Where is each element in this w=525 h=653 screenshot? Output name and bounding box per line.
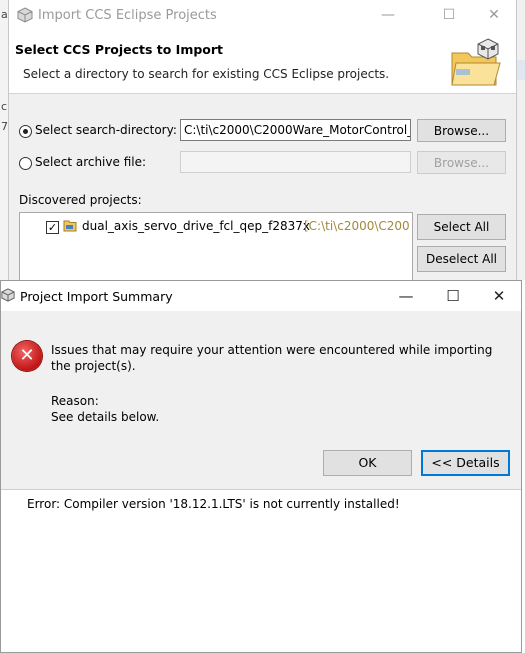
wizard-header-description: Select a directory to search for existin…	[23, 67, 390, 81]
details-button[interactable]: << Details	[421, 450, 510, 476]
close-icon[interactable]: ✕	[483, 285, 515, 307]
close-icon[interactable]: ✕	[480, 4, 508, 26]
search-directory-label: Select search-directory:	[35, 123, 177, 137]
discovered-projects-label: Discovered projects:	[19, 193, 142, 207]
import-dialog-titlebar: Import CCS Eclipse Projects — ☐ ✕	[9, 0, 516, 31]
maximize-icon[interactable]: ☐	[435, 4, 463, 26]
project-name[interactable]: dual_axis_servo_drive_fcl_qep_f2837x	[82, 219, 310, 233]
reason-block: Reason: See details below.	[51, 393, 159, 425]
error-detail-text: Error: Compiler version '18.12.1.LTS' is…	[27, 497, 400, 511]
archive-file-input[interactable]	[180, 151, 411, 173]
error-details-pane[interactable]: Error: Compiler version '18.12.1.LTS' is…	[1, 489, 521, 652]
project-path: [C:\ti\c2000\C2000	[304, 219, 410, 233]
summary-dialog-title: Project Import Summary	[20, 289, 173, 304]
project-checkbox[interactable]: ✓	[46, 221, 59, 234]
deselect-all-button[interactable]: Deselect All	[417, 246, 506, 272]
select-all-button[interactable]: Select All	[417, 214, 506, 240]
reason-text: See details below.	[51, 410, 160, 424]
wizard-header: Select CCS Projects to Import Select a d…	[9, 31, 516, 94]
browse-archive-button[interactable]: Browse...	[417, 151, 506, 174]
minimize-icon[interactable]: —	[390, 285, 422, 307]
project-import-summary-dialog: Project Import Summary — ☐ ✕ ✕ Issues th…	[0, 280, 522, 653]
browse-directory-button[interactable]: Browse...	[417, 119, 506, 142]
ccs-project-icon	[63, 220, 77, 232]
background-char: c	[1, 100, 8, 113]
maximize-icon[interactable]: ☐	[437, 285, 469, 307]
wizard-header-title: Select CCS Projects to Import	[15, 42, 224, 57]
eclipse-app-icon	[17, 7, 33, 23]
background-char: 7	[1, 120, 8, 133]
minimize-icon[interactable]: —	[374, 4, 402, 26]
import-dialog-title: Import CCS Eclipse Projects	[38, 8, 217, 23]
eclipse-app-icon	[1, 288, 15, 302]
search-directory-input[interactable]: C:\ti\c2000\C2000Ware_MotorControl_	[180, 119, 411, 141]
background-char: a	[1, 8, 8, 21]
error-icon: ✕	[12, 341, 42, 371]
archive-file-radio[interactable]	[19, 157, 32, 170]
archive-file-label: Select archive file:	[35, 155, 147, 169]
ok-button[interactable]: OK	[323, 450, 412, 476]
summary-titlebar: Project Import Summary — ☐ ✕	[1, 281, 521, 311]
search-directory-radio[interactable]	[19, 125, 32, 138]
import-ccs-projects-dialog: Import CCS Eclipse Projects — ☐ ✕ Select…	[8, 0, 517, 294]
import-folder-icon	[451, 38, 501, 86]
reason-label: Reason:	[51, 394, 99, 408]
summary-message: Issues that may require your attention w…	[51, 343, 493, 373]
